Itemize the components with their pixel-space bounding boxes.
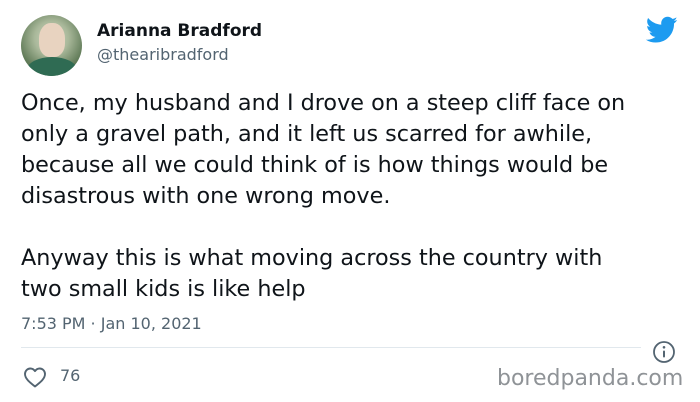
avatar-face bbox=[39, 23, 65, 57]
author-handle[interactable]: @thearibradford bbox=[97, 45, 229, 64]
twitter-bird-icon[interactable] bbox=[646, 16, 678, 44]
tweet-line: only a gravel path, and it left us scarr… bbox=[21, 121, 593, 147]
tweet-line: Once, my husband and I drove on a steep … bbox=[21, 90, 626, 116]
tweet-card: Arianna Bradford @thearibradford Once, m… bbox=[0, 0, 700, 402]
tweet-line: Anyway this is what moving across the co… bbox=[21, 245, 603, 271]
heart-icon[interactable] bbox=[23, 366, 47, 388]
timestamp-link[interactable]: 7:53 PM · Jan 10, 2021 bbox=[21, 314, 202, 333]
watermark: boredpanda.com bbox=[497, 366, 684, 391]
info-icon[interactable] bbox=[652, 340, 676, 364]
avatar[interactable] bbox=[21, 15, 82, 76]
tweet-text: Once, my husband and I drove on a steep … bbox=[21, 88, 691, 305]
tweet-line: disastrous with one wrong move. bbox=[21, 183, 391, 209]
author-name[interactable]: Arianna Bradford bbox=[97, 21, 262, 41]
tweet-line: two small kids is like help bbox=[21, 276, 306, 302]
divider bbox=[21, 347, 641, 348]
tweet-line: because all we could think of is how thi… bbox=[21, 152, 609, 178]
avatar-shoulders bbox=[27, 57, 77, 76]
like-count: 76 bbox=[60, 366, 81, 385]
